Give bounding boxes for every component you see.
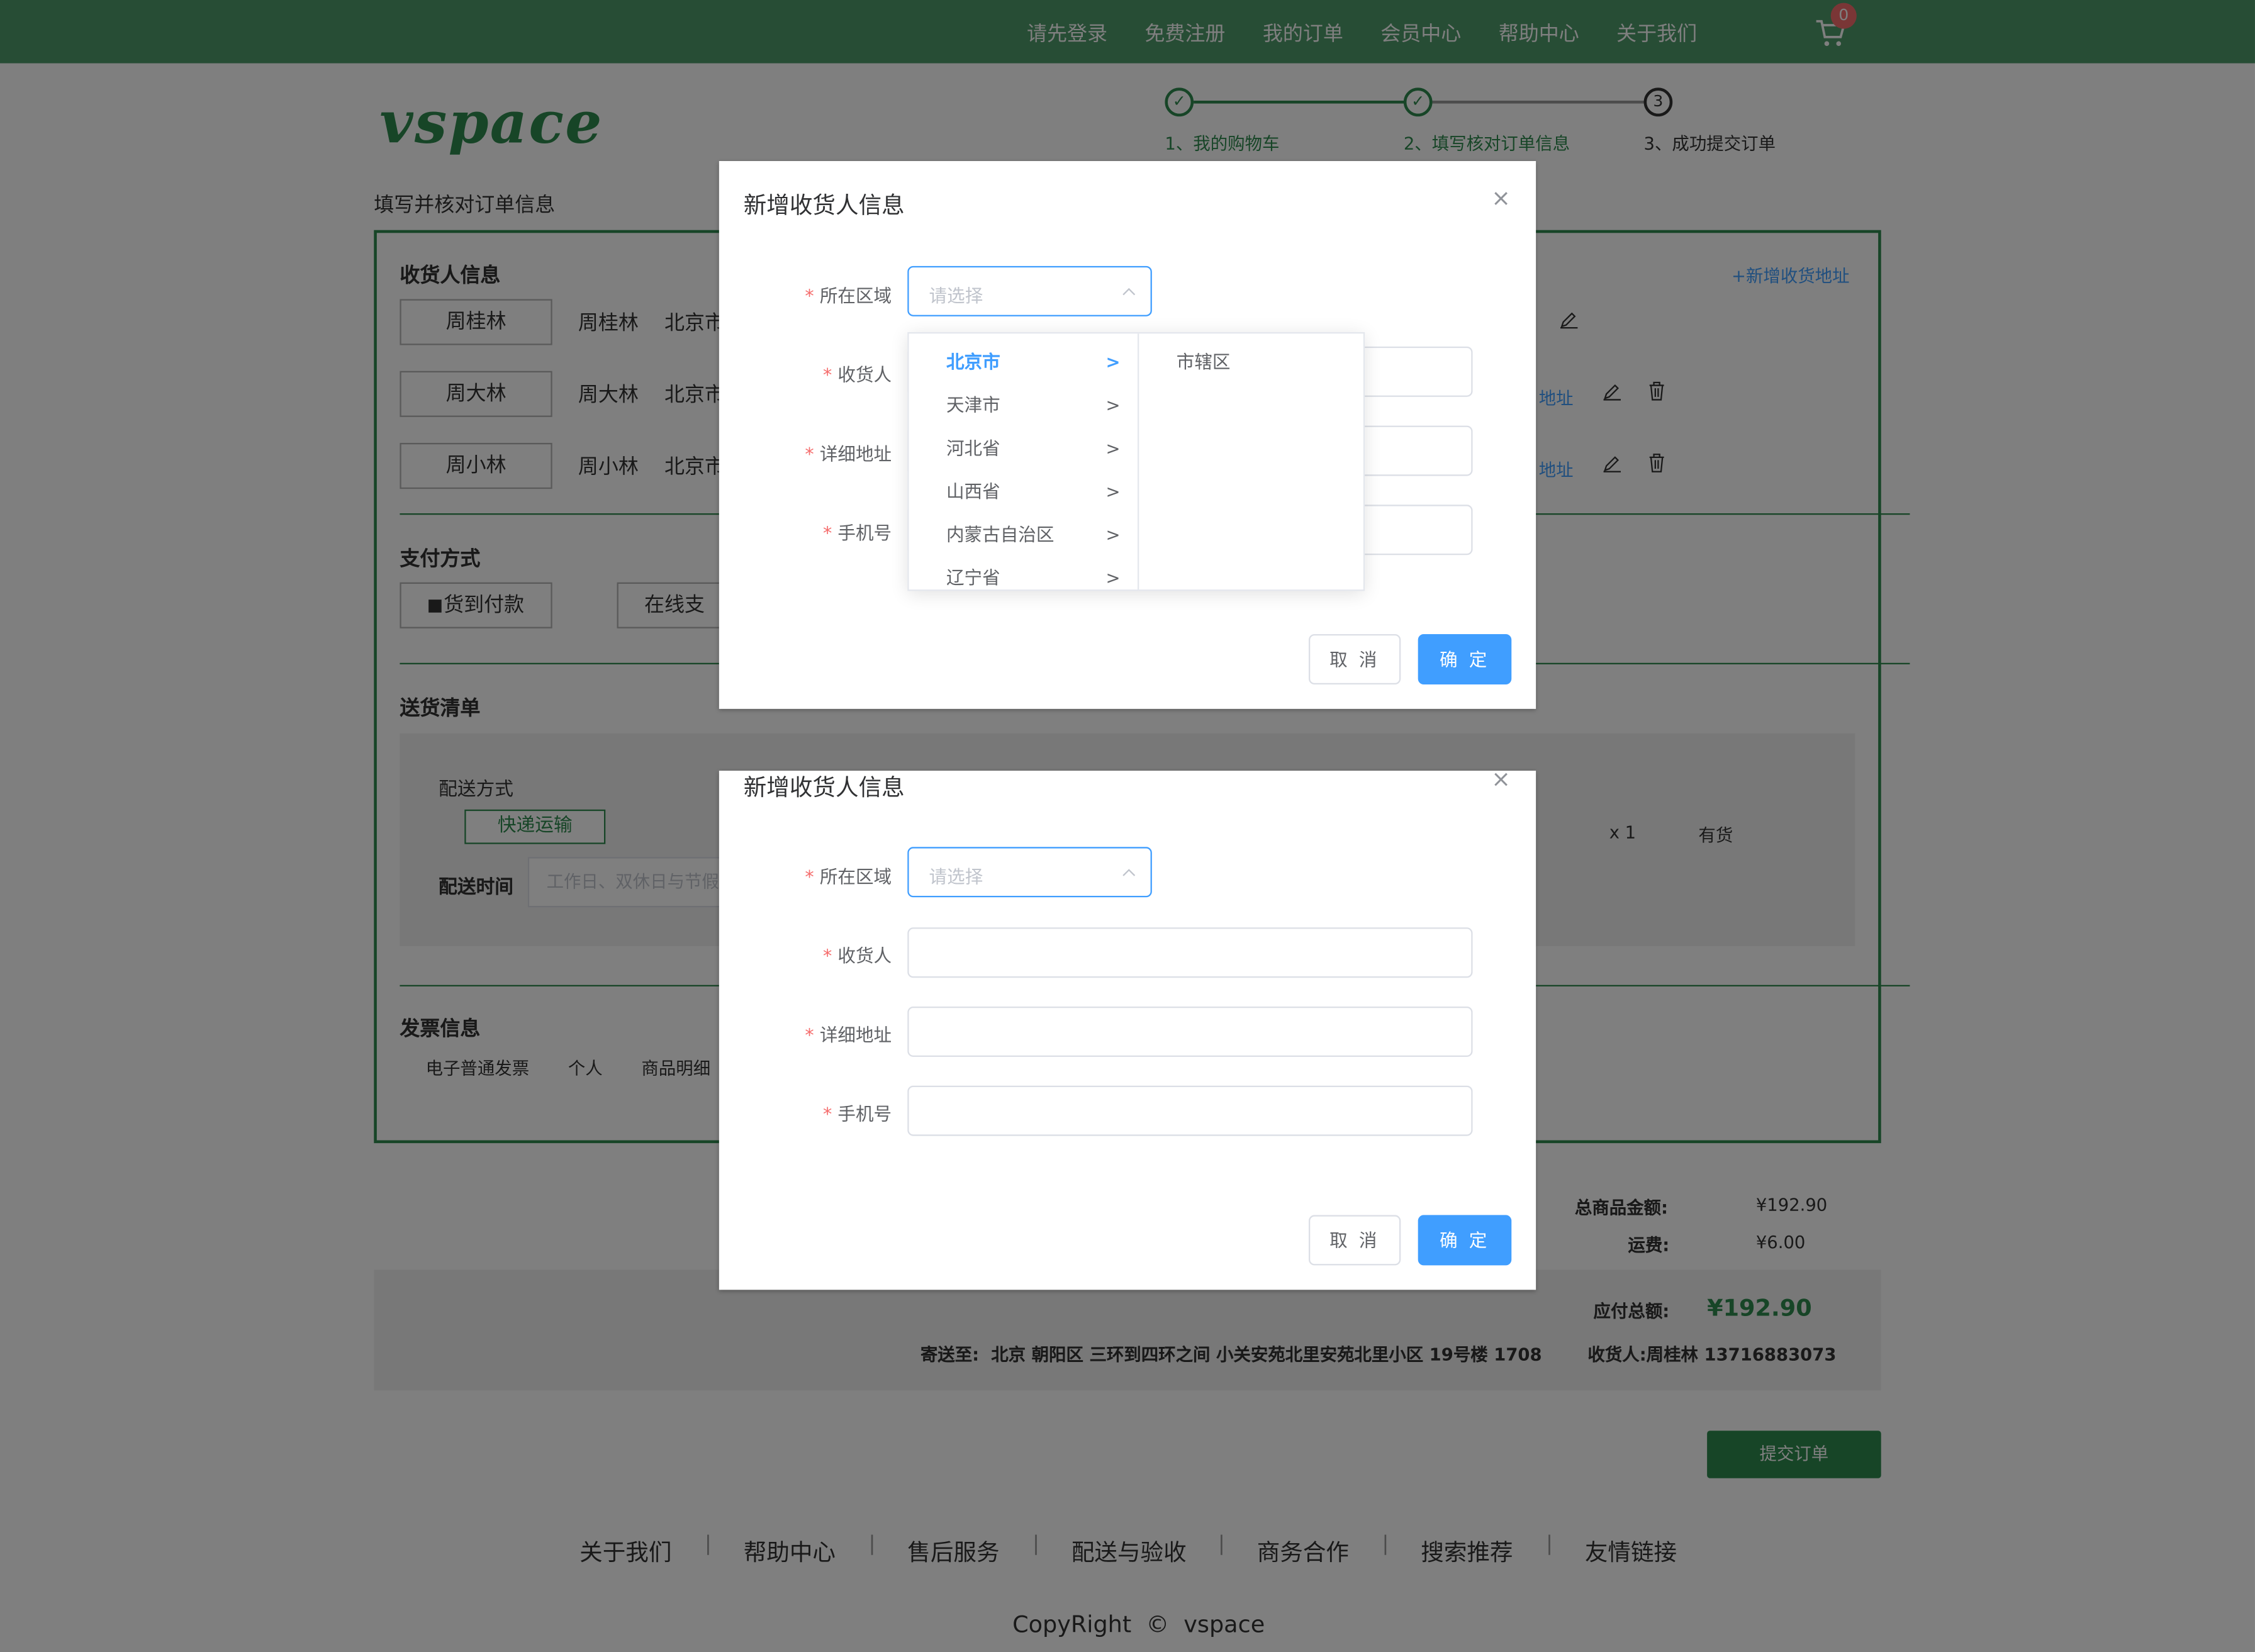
region-label: * 所在区域 [805,284,892,306]
option-label: 河北省 [946,437,1000,459]
add-receiver-dialog: 新增收货人信息 × * 所在区域 请选择 * 收货人 * 详细地址 * 手机号 取 消 … [719,160,1536,709]
option-label: 辽宁省 [946,566,1000,588]
chevron-right-icon: > [1105,481,1121,502]
chevron-right-icon: > [1105,352,1121,372]
cascader-option-neimenggu[interactable]: 内蒙古自治区 > [909,513,1138,557]
confirm-button[interactable]: 确 定 [1418,633,1512,684]
region-label: * 所在区域 [805,865,892,888]
cancel-button[interactable]: 取 消 [1308,1215,1401,1266]
detail-address-input[interactable] [907,1006,1473,1057]
cascader-option-hebei[interactable]: 河北省 > [909,427,1138,471]
cascader-option-liaoning[interactable]: 辽宁省 > [909,557,1138,590]
close-icon[interactable]: × [1491,186,1511,210]
region-placeholder: 请选择 [929,284,983,306]
chevron-right-icon: > [1105,525,1121,545]
close-icon[interactable]: × [1491,767,1511,791]
dialog-title: 新增收货人信息 [743,773,905,801]
option-label: 北京市 [946,350,1000,372]
cascader-option-shixiaqu[interactable]: 市辖区 [1139,341,1363,384]
confirm-button[interactable]: 确 定 [1418,1215,1512,1266]
chevron-right-icon: > [1105,567,1121,588]
chevron-right-icon: > [1105,395,1121,416]
cancel-button[interactable]: 取 消 [1308,633,1401,684]
detail-address-label: * 详细地址 [805,1024,892,1046]
dialog-title: 新增收货人信息 [743,191,905,219]
cascader-option-tianjin[interactable]: 天津市 > [909,384,1138,427]
phone-label: * 手机号 [822,522,892,544]
region-select[interactable]: 请选择 [907,265,1152,316]
receiver-name-label: * 收货人 [822,944,892,966]
detail-address-label: * 详细地址 [805,442,892,465]
receiver-name-input[interactable] [907,927,1473,978]
receiver-name-label: * 收货人 [822,364,892,386]
region-select[interactable]: 请选择 [907,847,1152,898]
chevron-up-icon [1122,287,1136,296]
option-label: 市辖区 [1176,350,1231,372]
region-placeholder: 请选择 [929,865,983,888]
chevron-up-icon [1122,869,1136,876]
phone-label: * 手机号 [822,1103,892,1125]
option-label: 天津市 [946,394,1000,416]
cascader-option-shanxi[interactable]: 山西省 > [909,470,1138,513]
chevron-right-icon: > [1105,438,1121,459]
option-label: 山西省 [946,480,1000,502]
add-receiver-dialog: 新增收货人信息 × * 所在区域 请选择 * 收货人 * 详细地址 * 手机号 取 消 … [719,767,1536,1290]
region-cascader-dropdown: 北京市 > 天津市 > 河北省 > 山西省 > 内蒙古自治区 > 辽宁省 > 市辖区 [907,332,1365,591]
phone-input[interactable] [907,1085,1473,1136]
cascader-option-beijing[interactable]: 北京市 > [909,341,1138,384]
option-label: 内蒙古自治区 [946,523,1055,545]
